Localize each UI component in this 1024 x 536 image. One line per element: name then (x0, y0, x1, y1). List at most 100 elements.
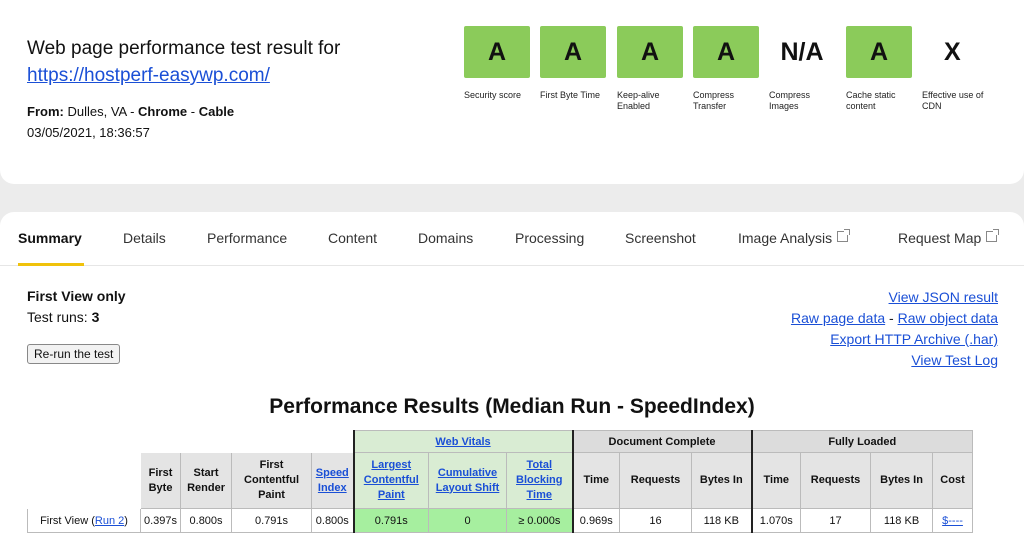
result-tabs: Summary Details Performance Content Doma… (0, 212, 1024, 266)
first-byte-value: 0.397s (139, 508, 182, 533)
grade-keep-alive[interactable]: A Keep-alive Enabled (617, 26, 683, 112)
tab-summary[interactable]: Summary (18, 230, 82, 246)
external-link-icon (986, 229, 1000, 242)
table-row: First View (Run 2) 0.397s 0.800s 0.791s … (27, 508, 974, 533)
runs-label: Test runs: (27, 309, 88, 325)
tab-content[interactable]: Content (328, 230, 377, 246)
col-doc-time: Time (571, 452, 621, 509)
cls-link[interactable]: Cumulative Layout Shift (436, 467, 500, 494)
connection-text: Cable (198, 104, 235, 119)
rerun-test-button[interactable]: Re-run the test (27, 344, 121, 364)
col-cost: Cost (932, 452, 974, 509)
lcp-link[interactable]: Largest Contentful Paint (364, 459, 419, 501)
col-start-render: Start Render (180, 452, 233, 509)
results-panel: Summary Details Performance Content Doma… (0, 212, 1024, 536)
fcp-value: 0.791s (231, 508, 313, 533)
location-text: Dulles, VA (67, 104, 127, 119)
full-requests-value: 17 (800, 508, 872, 533)
grade-first-byte-time[interactable]: A First Byte Time (540, 26, 606, 101)
tab-domains[interactable]: Domains (418, 230, 473, 246)
tab-label: Request Map (898, 230, 982, 246)
grade-label: Cache static content (846, 90, 896, 111)
grade-label: Compress Images (769, 90, 811, 111)
active-tab-indicator (18, 263, 84, 266)
full-bytes-value: 118 KB (870, 508, 934, 533)
grade-label: Compress Transfer (693, 90, 735, 111)
grade-value: A (540, 26, 606, 78)
tab-label: Image Analysis (738, 230, 833, 246)
col-first-byte: First Byte (139, 452, 182, 509)
performance-results-title: Performance Results (Median Run - SpeedI… (269, 395, 755, 418)
web-vitals-link[interactable]: Web Vitals (435, 436, 490, 448)
separator: - (126, 104, 139, 119)
grade-cache-static[interactable]: A Cache static content (846, 26, 912, 112)
view-json-link[interactable]: View JSON result (889, 289, 998, 305)
row-label-end: ) (124, 514, 128, 527)
tbt-link[interactable]: Total Blocking Time (516, 459, 562, 501)
separator: - (187, 104, 199, 119)
col-tbt: Total Blocking Time (506, 452, 574, 509)
row-label-text: First View ( (40, 514, 95, 527)
doc-time-value: 0.969s (571, 508, 621, 533)
tab-performance[interactable]: Performance (207, 230, 287, 246)
col-full-time: Time (750, 452, 802, 509)
tab-request-map[interactable]: Request Map (898, 229, 1000, 246)
grade-label: First Byte Time (540, 90, 601, 100)
raw-object-data-link[interactable]: Raw object data (898, 310, 998, 326)
col-lcp: Largest Contentful Paint (352, 452, 430, 509)
tab-processing[interactable]: Processing (515, 230, 584, 246)
web-vitals-group-header: Web Vitals (352, 430, 574, 453)
test-location-info: From: Dulles, VA - Chrome - Cable (27, 104, 234, 119)
start-render-value: 0.800s (180, 508, 233, 533)
tab-screenshot[interactable]: Screenshot (625, 230, 696, 246)
grade-label: Effective use of CDN (922, 90, 984, 111)
grade-value: X (944, 37, 961, 66)
runs-count: 3 (91, 309, 100, 325)
tested-url-link[interactable]: https://hostperf-easywp.com/ (27, 65, 270, 87)
lcp-value: 0.791s (352, 508, 430, 533)
grade-value: A (464, 26, 530, 78)
col-full-requests: Requests (800, 452, 872, 509)
tbt-value: ≥ 0.000s (506, 508, 574, 533)
tab-details[interactable]: Details (123, 230, 166, 246)
blank-cell (27, 430, 354, 453)
grade-value: A (846, 26, 912, 78)
from-label: From: (27, 104, 64, 119)
cls-value: 0 (428, 508, 508, 533)
grade-value: N/A (780, 37, 824, 66)
cost-value: $---- (932, 508, 974, 533)
row-label: First View (Run 2) (27, 508, 141, 533)
test-summary-header: Web page performance test result for htt… (0, 0, 1024, 184)
test-runs-info: Test runs: 3 (27, 309, 99, 325)
col-first-contentful-paint: First Contentful Paint (231, 452, 313, 509)
page-title: Web page performance test result for (27, 38, 341, 59)
grade-label: Security score (464, 90, 522, 100)
grade-cdn[interactable]: X Effective use of CDN (922, 26, 988, 112)
grade-compress-transfer[interactable]: A Compress Transfer (693, 26, 759, 112)
document-complete-group-header: Document Complete (571, 430, 753, 453)
doc-requests-value: 16 (619, 508, 693, 533)
grade-value: A (693, 26, 759, 78)
speed-index-link[interactable]: Speed Index (316, 467, 349, 494)
blank-cell (27, 452, 141, 509)
view-mode-label: First View only (27, 288, 126, 304)
grade-security-score[interactable]: A Security score (464, 26, 530, 101)
col-full-bytes-in: Bytes In (870, 452, 934, 509)
tab-image-analysis[interactable]: Image Analysis (738, 229, 851, 246)
full-time-value: 1.070s (750, 508, 802, 533)
cost-link[interactable]: $---- (942, 515, 963, 527)
col-doc-requests: Requests (619, 452, 693, 509)
view-test-log-link[interactable]: View Test Log (911, 352, 998, 368)
col-doc-bytes-in: Bytes In (691, 452, 753, 509)
raw-page-data-link[interactable]: Raw page data (791, 310, 885, 326)
performance-results-table: Web Vitals Document Complete Fully Loade… (27, 430, 974, 533)
result-links: View JSON result Raw page data - Raw obj… (791, 287, 998, 371)
speed-index-value: 0.800s (311, 508, 355, 533)
export-har-link[interactable]: Export HTTP Archive (.har) (830, 331, 998, 347)
run-2-link[interactable]: Run 2 (95, 515, 124, 527)
link-separator: - (885, 310, 898, 326)
grade-label: Keep-alive Enabled (617, 90, 660, 111)
doc-bytes-value: 118 KB (691, 508, 753, 533)
grade-compress-images[interactable]: N/A Compress Images (769, 26, 835, 112)
test-date: 03/05/2021, 18:36:57 (27, 125, 150, 140)
